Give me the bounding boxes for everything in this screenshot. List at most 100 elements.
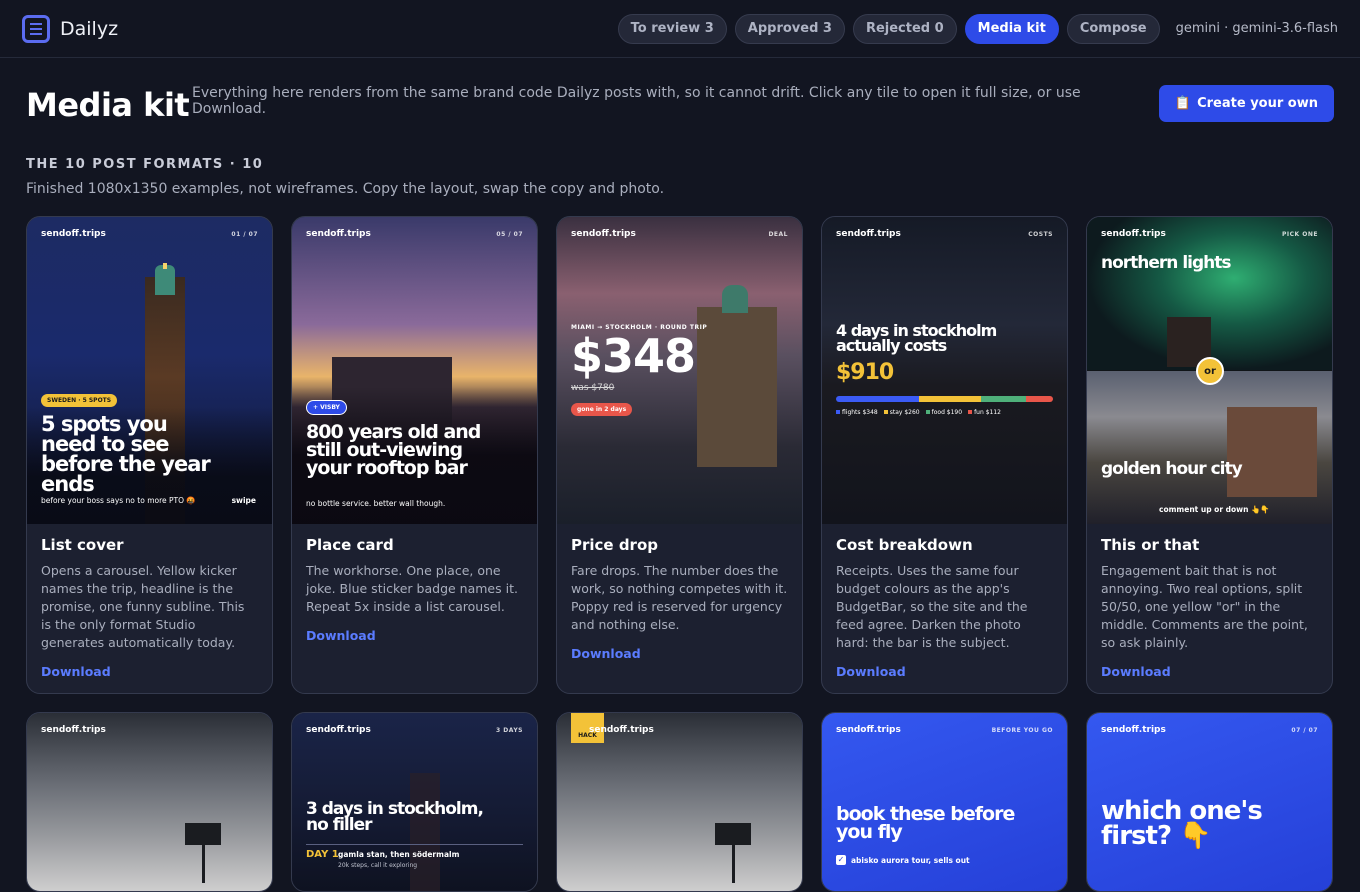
legend-food: food $190 bbox=[925, 409, 962, 416]
logo[interactable]: Dailyz bbox=[22, 14, 119, 43]
tile-tag: COSTS bbox=[1028, 230, 1053, 238]
tile-cta: comment up or down 👆👇 bbox=[1159, 505, 1270, 514]
format-card-list-cover: sendoff.trips 01 / 07 SWEDEN · 5 SPOTS 5 … bbox=[26, 216, 273, 694]
download-link[interactable]: Download bbox=[571, 646, 788, 661]
format-card-price-drop: sendoff.trips DEAL MIAMI → STOCKHOLM · RO… bbox=[556, 216, 803, 694]
tile-subline: before your boss says no to more PTO 🤬 bbox=[41, 496, 196, 505]
was-price: was $780 bbox=[571, 383, 615, 393]
card-description: Opens a carousel. Yellow kicker names th… bbox=[41, 563, 245, 650]
tile-handle: sendoff.trips bbox=[589, 725, 654, 735]
format-card-8: HACK sendoff.trips bbox=[556, 712, 803, 892]
tile-tag: BEFORE YOU GO bbox=[991, 726, 1053, 734]
tile-cost-breakdown[interactable]: sendoff.trips COSTS 4 days in stockholm a… bbox=[822, 217, 1067, 524]
or-badge: or bbox=[1196, 357, 1224, 385]
tile-closer[interactable]: sendoff.trips 07 / 07 which one's first? … bbox=[1087, 713, 1332, 891]
legend-stay: stay $260 bbox=[883, 409, 920, 416]
tile-headline: 4 days in stockholm actually costs bbox=[836, 321, 997, 356]
tile-subline: no bottle service. better wall though. bbox=[306, 499, 446, 508]
page-title: Media kit bbox=[26, 86, 190, 124]
tile-tag: 3 DAYS bbox=[496, 726, 523, 734]
check-item: abisko aurora tour, sells out bbox=[851, 856, 970, 865]
tile-this-or-that[interactable]: sendoff.trips PICK ONE northern lights or… bbox=[1087, 217, 1332, 524]
download-link[interactable]: Download bbox=[1101, 664, 1318, 679]
tile-headline: 5 spots you need to see before the year … bbox=[41, 412, 211, 496]
tile-headline: 800 years old and still out-viewing your… bbox=[306, 421, 481, 480]
create-your-own-button[interactable]: 📋 Create your own bbox=[1158, 85, 1334, 122]
total-cost: $910 bbox=[836, 360, 894, 385]
tile-headline: 3 days in stockholm, no filler bbox=[306, 799, 484, 836]
tab-to-review[interactable]: To review 3 bbox=[617, 13, 727, 44]
option-b: golden hour city bbox=[1101, 459, 1243, 479]
tile-handle: sendoff.trips bbox=[1101, 725, 1166, 735]
card-description: Fare drops. The number does the work, so… bbox=[571, 563, 788, 632]
top-bar: Dailyz To review 3 Approved 3 Rejected 0… bbox=[0, 0, 1360, 58]
format-card-7: sendoff.trips 3 DAYS 3 days in stockholm,… bbox=[291, 712, 538, 892]
download-link[interactable]: Download bbox=[836, 664, 1053, 679]
tile-handle: sendoff.trips bbox=[306, 725, 371, 735]
check-icon: ✓ bbox=[836, 855, 846, 865]
card-description: Receipts. Uses the same four budget colo… bbox=[836, 563, 1028, 650]
download-link[interactable]: Download bbox=[306, 628, 523, 643]
card-title: List cover bbox=[41, 536, 124, 554]
format-card-cost-breakdown: sendoff.trips COSTS 4 days in stockholm a… bbox=[821, 216, 1068, 694]
tab-rejected[interactable]: Rejected 0 bbox=[852, 13, 957, 44]
format-card-10: sendoff.trips 07 / 07 which one's first? … bbox=[1086, 712, 1333, 892]
tile-swipe: swipe bbox=[231, 496, 256, 505]
price-value: $348 bbox=[571, 329, 696, 383]
card-description: The workhorse. One place, one joke. Blue… bbox=[306, 563, 518, 614]
budget-bar bbox=[836, 396, 1053, 402]
tile-price-drop[interactable]: sendoff.trips DEAL MIAMI → STOCKHOLM · RO… bbox=[557, 217, 802, 524]
tile-handle: sendoff.trips bbox=[41, 725, 106, 735]
day-text: gamla stan, then södermalm bbox=[338, 850, 460, 859]
tile-tag: 05 / 07 bbox=[496, 230, 523, 238]
tile-tag: 01 / 07 bbox=[231, 230, 258, 238]
budget-legend: flights $348 stay $260 food $190 fun $11… bbox=[836, 409, 1001, 416]
tile-tag: PICK ONE bbox=[1282, 230, 1318, 238]
brand-name: Dailyz bbox=[60, 17, 119, 40]
download-link[interactable]: Download bbox=[41, 664, 258, 679]
tile-headline: which one's first? 👇 bbox=[1101, 796, 1263, 851]
tile-handle: sendoff.trips bbox=[1101, 229, 1166, 239]
tab-media-kit[interactable]: Media kit bbox=[964, 13, 1059, 44]
section-subtitle: Finished 1080x1350 examples, not wirefra… bbox=[26, 181, 665, 197]
model-label: gemini · gemini-3.6-flash bbox=[1175, 21, 1338, 36]
tile-handle: sendoff.trips bbox=[571, 229, 636, 239]
card-title: Price drop bbox=[571, 536, 658, 554]
place-badge: + VISBY bbox=[306, 400, 347, 415]
tile-handle: sendoff.trips bbox=[836, 229, 901, 239]
option-a: northern lights bbox=[1101, 253, 1231, 273]
urgency-badge: gone in 2 days bbox=[571, 403, 633, 416]
budget-segment-1 bbox=[918, 396, 981, 402]
legend-flights: flights $348 bbox=[836, 409, 878, 416]
tile-tag: DEAL bbox=[768, 230, 788, 238]
card-title: Cost breakdown bbox=[836, 536, 973, 554]
tile-hack[interactable]: HACK sendoff.trips bbox=[557, 713, 802, 891]
tile-checklist[interactable]: sendoff.trips BEFORE YOU GO book these be… bbox=[822, 713, 1067, 891]
tile-place-card[interactable]: sendoff.trips 05 / 07 + VISBY 800 years o… bbox=[292, 217, 537, 524]
tile-itinerary[interactable]: sendoff.trips 3 DAYS 3 days in stockholm,… bbox=[292, 713, 537, 891]
format-card-6: sendoff.trips bbox=[26, 712, 273, 892]
tile-cable-car[interactable]: sendoff.trips bbox=[27, 713, 272, 891]
main-nav: To review 3 Approved 3 Rejected 0 Media … bbox=[617, 13, 1338, 44]
card-description: Engagement bait that is not annoying. Tw… bbox=[1101, 563, 1308, 650]
tab-approved[interactable]: Approved 3 bbox=[734, 13, 845, 44]
legend-fun: fun $112 bbox=[968, 409, 1001, 416]
day-sub: 20k steps, call it exploring bbox=[338, 862, 418, 869]
page-intro: Everything here renders from the same br… bbox=[192, 85, 1081, 117]
budget-segment-3 bbox=[1026, 396, 1053, 402]
tab-compose[interactable]: Compose bbox=[1066, 13, 1160, 44]
budget-segment-0 bbox=[836, 396, 919, 402]
format-card-9: sendoff.trips BEFORE YOU GO book these be… bbox=[821, 712, 1068, 892]
kicker-badge: SWEDEN · 5 SPOTS bbox=[41, 394, 118, 407]
tile-handle: sendoff.trips bbox=[306, 229, 371, 239]
section-title: THE 10 POST FORMATS · 10 bbox=[26, 157, 264, 172]
tile-headline: book these before you fly bbox=[836, 803, 1015, 844]
tile-handle: sendoff.trips bbox=[41, 229, 106, 239]
tile-list-cover[interactable]: sendoff.trips 01 / 07 SWEDEN · 5 SPOTS 5 … bbox=[27, 217, 272, 524]
format-card-place-card: sendoff.trips 05 / 07 + VISBY 800 years o… bbox=[291, 216, 538, 694]
create-label: Create your own bbox=[1197, 96, 1318, 111]
budget-segment-2 bbox=[980, 396, 1027, 402]
card-title: Place card bbox=[306, 536, 394, 554]
logo-icon bbox=[22, 14, 50, 43]
tile-handle: sendoff.trips bbox=[836, 725, 901, 735]
